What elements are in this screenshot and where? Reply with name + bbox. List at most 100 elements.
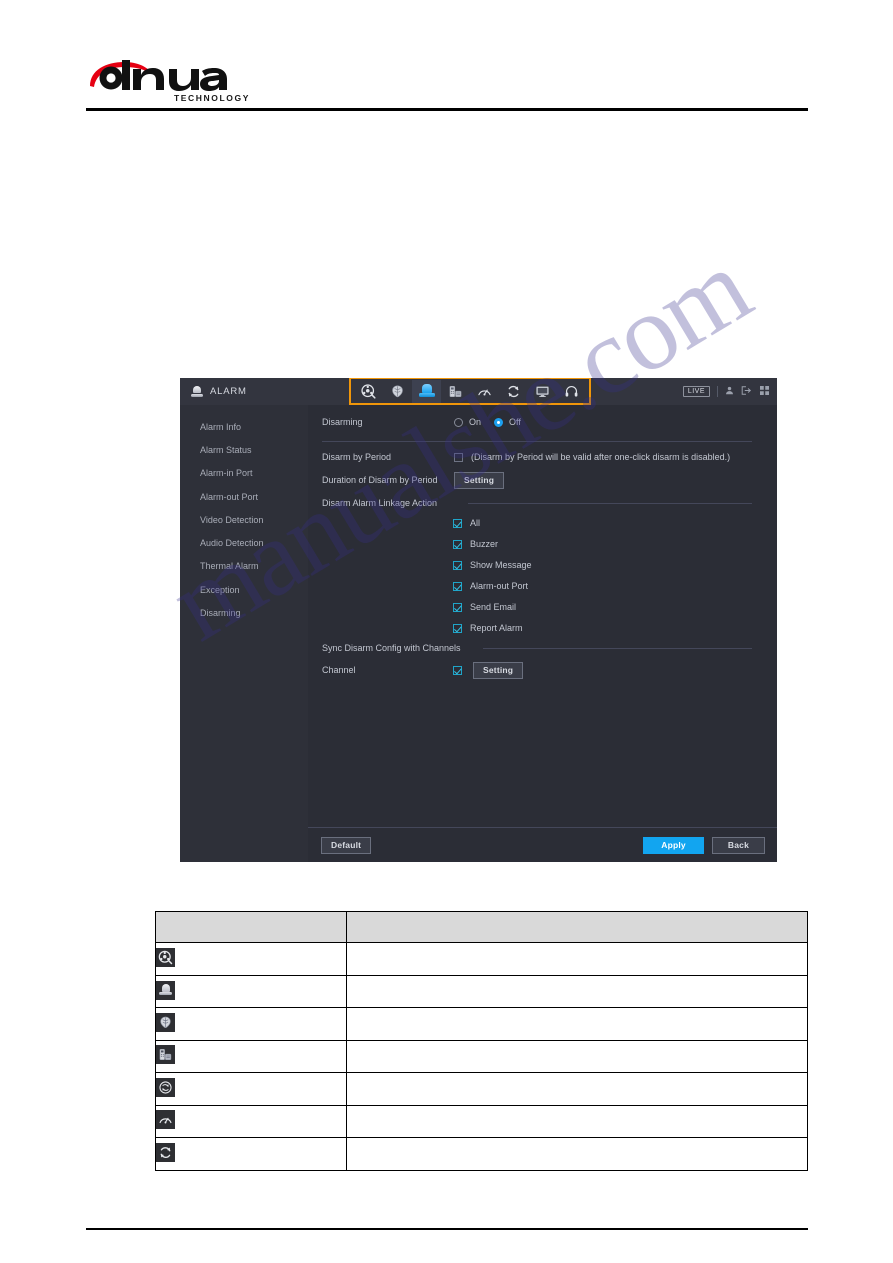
- linkage-item-alarm-out-port: Alarm-out Port: [453, 581, 528, 591]
- nvr-ui-screenshot: ALARM LIVE Alarm Info Alarm Status Alarm…: [180, 378, 777, 862]
- linkage-item-report-alarm: Report Alarm: [453, 623, 523, 633]
- alarm-siren-icon: [156, 980, 175, 1000]
- sidebar-item-disarming[interactable]: Disarming: [180, 601, 308, 624]
- sidebar-item-label: Video Detection: [200, 514, 264, 525]
- channel-label: Channel: [322, 665, 356, 676]
- sidebar-item-label: Exception: [200, 584, 240, 595]
- nvr-sidebar: Alarm Info Alarm Status Alarm-in Port Al…: [180, 405, 309, 862]
- sidebar-item-thermal-alarm[interactable]: Thermal Alarm: [180, 555, 308, 578]
- linkage-buzzer-label: Buzzer: [470, 539, 499, 549]
- table-row: [155, 974, 808, 1008]
- linkage-item-show-message: Show Message: [453, 560, 532, 570]
- sync-section-label: Sync Disarm Config with Channels: [322, 643, 461, 653]
- default-button[interactable]: Default: [321, 837, 372, 854]
- sidebar-item-audio-detection[interactable]: Audio Detection: [180, 531, 308, 554]
- ai-brain-icon[interactable]: [383, 380, 412, 403]
- maintenance-refresh-icon[interactable]: [499, 380, 528, 403]
- nvr-content-pane: Disarming On Off Disarm by Period (Disar…: [308, 405, 777, 862]
- sidebar-item-video-detection[interactable]: Video Detection: [180, 508, 308, 531]
- pos-device-icon[interactable]: [441, 380, 470, 403]
- duration-label: Duration of Disarm by Period: [322, 475, 438, 486]
- sidebar-item-label: Alarm-in Port: [200, 468, 253, 479]
- linkage-report-alarm-label: Report Alarm: [470, 623, 523, 633]
- top-nav-icon-strip: [349, 378, 591, 405]
- table-cell-description: [346, 1007, 808, 1041]
- alarm-siren-icon[interactable]: [412, 379, 441, 403]
- dahua-logo-mark: [90, 60, 227, 91]
- page-header: TECHNOLOGY: [0, 0, 893, 115]
- sidebar-item-alarm-status[interactable]: Alarm Status: [180, 438, 308, 461]
- sidebar-item-exception[interactable]: Exception: [180, 578, 308, 601]
- table-row: [155, 1072, 808, 1106]
- window-title-group: ALARM: [190, 378, 247, 405]
- table-cell-icon: [155, 1072, 347, 1106]
- table-cell-description: [346, 1137, 808, 1171]
- table-cell-description: [346, 974, 808, 1008]
- duration-setting-button[interactable]: Setting: [454, 472, 505, 489]
- status-bar: LIVE: [682, 378, 769, 405]
- disarming-row: Disarming On Off: [322, 417, 762, 427]
- table-header-description: [346, 911, 808, 943]
- apply-button[interactable]: Apply: [643, 837, 704, 854]
- sidebar-item-alarm-in-port[interactable]: Alarm-in Port: [180, 462, 308, 485]
- disarming-off-radio[interactable]: [494, 417, 504, 427]
- linkage-alarm-out-port-checkbox[interactable]: [453, 581, 462, 591]
- table-row: [155, 942, 808, 976]
- disarm-by-period-label: Disarm by Period: [322, 452, 392, 462]
- channel-row: Channel Setting: [322, 662, 524, 679]
- display-monitor-icon[interactable]: [528, 380, 557, 403]
- linkage-show-message-checkbox[interactable]: [453, 560, 462, 570]
- table-header-icon: [155, 911, 347, 943]
- sync-refresh-icon: [156, 1142, 175, 1162]
- linkage-buzzer-checkbox[interactable]: [453, 539, 462, 549]
- ai-brain-icon: [156, 1012, 175, 1032]
- channel-setting-button[interactable]: Setting: [473, 662, 524, 679]
- sidebar-item-label: Disarming: [200, 608, 241, 619]
- table-cell-icon: [155, 1104, 347, 1138]
- divider-3: [483, 648, 752, 649]
- disarming-off-label: Off: [509, 417, 521, 427]
- grid-icon[interactable]: [760, 386, 769, 397]
- linkage-send-email-label: Send Email: [470, 602, 517, 612]
- brand-tagline: TECHNOLOGY: [174, 93, 250, 103]
- table-cell-icon: [155, 974, 347, 1008]
- disarming-label: Disarming: [322, 417, 363, 427]
- linkage-item-all: All: [453, 518, 480, 528]
- table-cell-icon: [155, 942, 347, 976]
- table-cell-description: [346, 1104, 808, 1138]
- sidebar-item-alarm-out-port[interactable]: Alarm-out Port: [180, 485, 308, 508]
- linkage-show-message-label: Show Message: [470, 560, 532, 570]
- header-divider: [86, 108, 808, 111]
- linkage-section-label: Disarm Alarm Linkage Action: [322, 498, 438, 508]
- table-row: [155, 1137, 808, 1171]
- table-row: [155, 1007, 808, 1041]
- dahua-logo: TECHNOLOGY: [86, 60, 316, 108]
- linkage-all-checkbox[interactable]: [453, 518, 462, 528]
- icon-legend-table: [155, 911, 808, 1171]
- maintenance-refresh-icon: [156, 1077, 175, 1097]
- disarm-by-period-checkbox[interactable]: [454, 452, 463, 462]
- disarming-on-radio[interactable]: [454, 417, 463, 427]
- table-row: [155, 1104, 808, 1138]
- disarm-by-period-row: Disarm by Period (Disarm by Period will …: [322, 452, 767, 462]
- sidebar-item-alarm-info[interactable]: Alarm Info: [180, 415, 308, 438]
- ai-search-icon: [156, 947, 175, 967]
- linkage-send-email-checkbox[interactable]: [453, 602, 462, 612]
- audio-headphone-icon[interactable]: [557, 380, 586, 403]
- divider-1: [322, 441, 752, 442]
- network-gauge-icon[interactable]: [470, 380, 499, 403]
- linkage-report-alarm-checkbox[interactable]: [453, 623, 462, 633]
- sidebar-item-label: Alarm-out Port: [200, 491, 259, 502]
- linkage-all-label: All: [470, 518, 481, 528]
- ai-search-icon[interactable]: [354, 380, 383, 403]
- status-divider: [717, 386, 718, 397]
- sidebar-item-label: Thermal Alarm: [200, 561, 259, 572]
- table-cell-description: [346, 1039, 808, 1073]
- back-button[interactable]: Back: [711, 837, 765, 854]
- channel-checkbox[interactable]: [453, 665, 462, 675]
- linkage-item-buzzer: Buzzer: [453, 539, 498, 549]
- divider-2: [468, 503, 752, 504]
- disarm-by-period-hint: (Disarm by Period will be valid after on…: [471, 452, 731, 462]
- user-icon[interactable]: [725, 386, 734, 397]
- logout-icon[interactable]: [741, 386, 753, 397]
